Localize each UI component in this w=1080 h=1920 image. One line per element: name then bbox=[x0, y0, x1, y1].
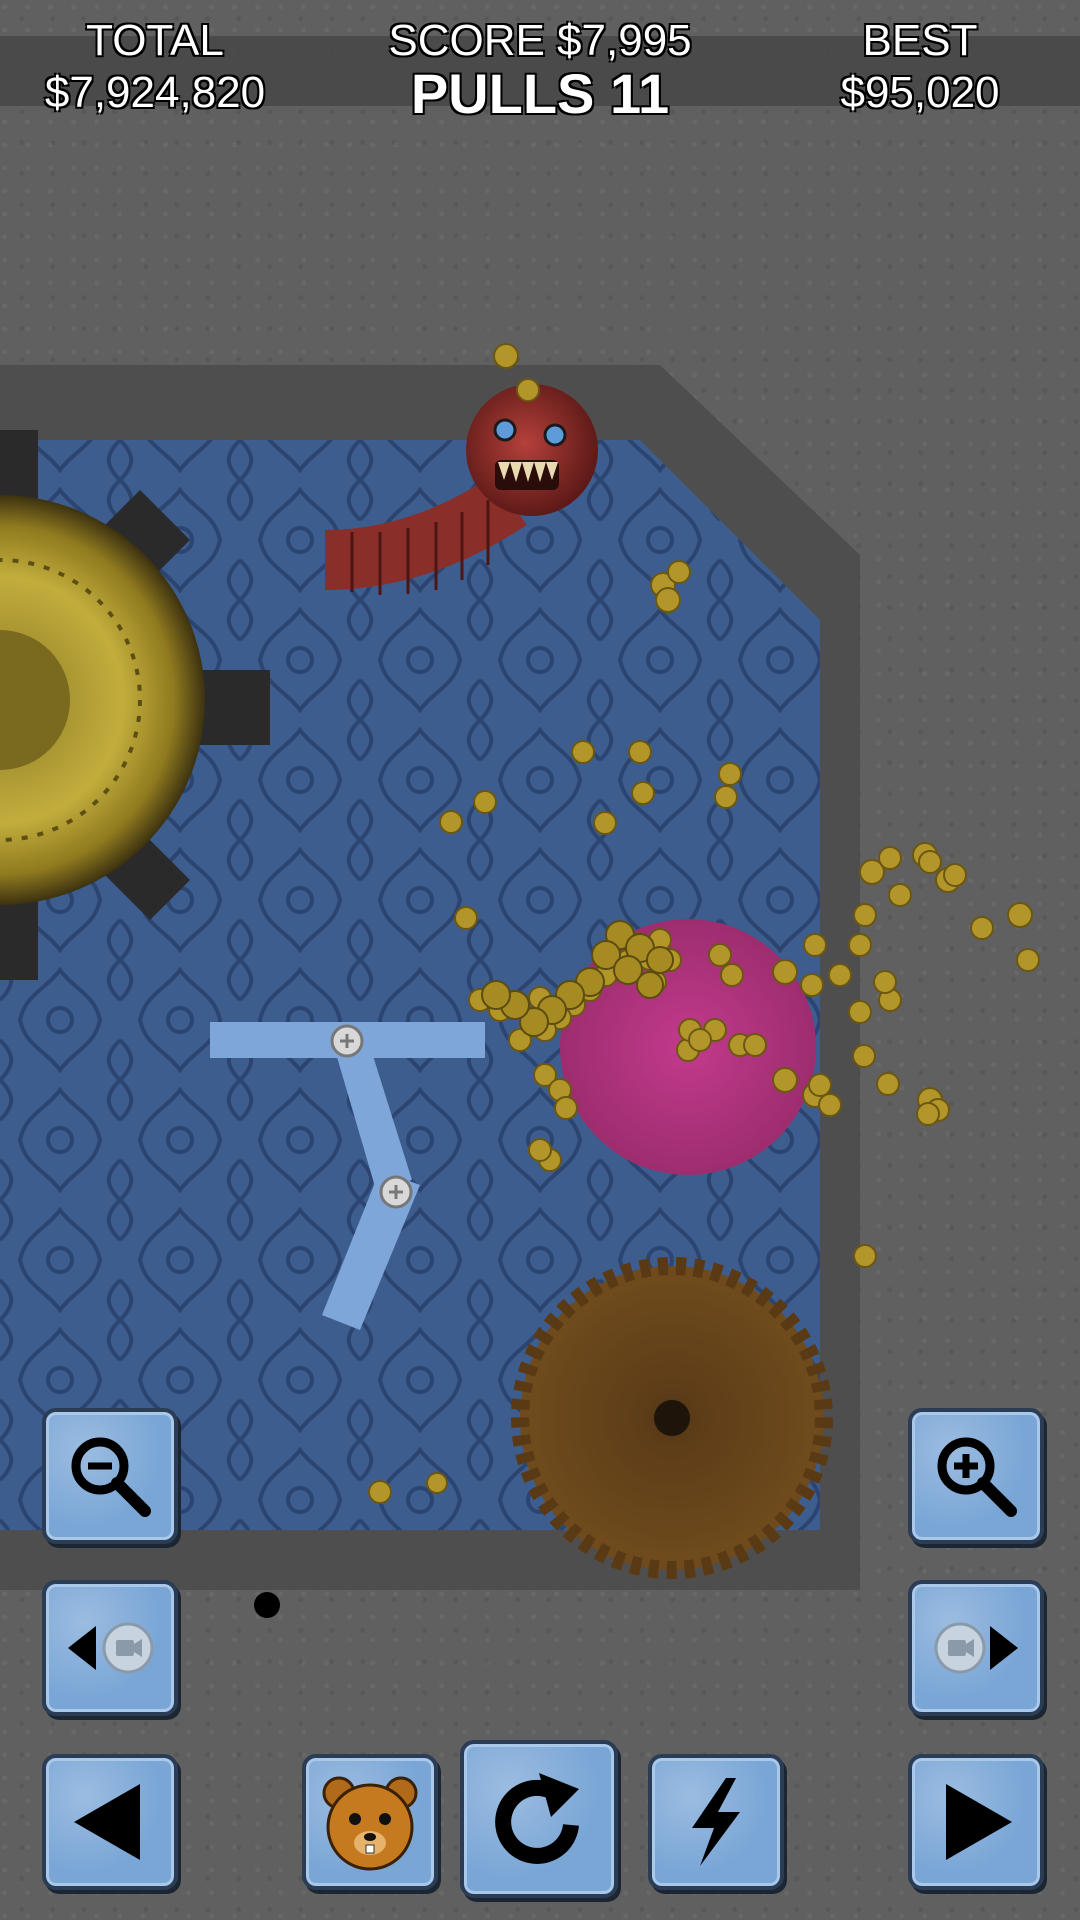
total-money-display: TOTAL $7,924,820 bbox=[20, 16, 290, 120]
arrow-right-icon bbox=[946, 1784, 1012, 1860]
best-score-display: BEST $95,020 bbox=[800, 16, 1040, 120]
camera-right-button[interactable] bbox=[908, 1580, 1044, 1716]
camera-left-icon bbox=[68, 1622, 154, 1674]
score-label: SCORE $7,995 bbox=[388, 16, 692, 65]
camera-left-button[interactable] bbox=[42, 1580, 178, 1716]
total-value: $7,924,820 bbox=[44, 68, 266, 117]
pulls-label: PULLS 11 bbox=[410, 62, 670, 125]
lightning-icon bbox=[692, 1778, 740, 1866]
arrow-left-icon bbox=[74, 1784, 140, 1860]
aim-marker bbox=[254, 1592, 280, 1618]
bear-icon bbox=[322, 1776, 418, 1871]
zoom-out-icon bbox=[71, 1437, 151, 1517]
power-button[interactable] bbox=[648, 1754, 784, 1890]
next-button[interactable] bbox=[908, 1754, 1044, 1890]
score-display: SCORE $7,995 PULLS 11 bbox=[350, 16, 730, 122]
bear-character-button[interactable] bbox=[302, 1754, 438, 1890]
restart-button[interactable] bbox=[460, 1740, 618, 1898]
zoom-out-button[interactable] bbox=[42, 1408, 178, 1544]
restart-icon bbox=[495, 1773, 579, 1864]
zoom-in-icon bbox=[937, 1437, 1017, 1517]
camera-right-icon bbox=[934, 1622, 1018, 1674]
total-label: TOTAL bbox=[86, 16, 224, 65]
best-label: BEST bbox=[862, 16, 978, 65]
zoom-in-button[interactable] bbox=[908, 1408, 1044, 1544]
best-value: $95,020 bbox=[840, 68, 1000, 117]
saw-blade bbox=[511, 1257, 833, 1579]
previous-button[interactable] bbox=[42, 1754, 178, 1890]
